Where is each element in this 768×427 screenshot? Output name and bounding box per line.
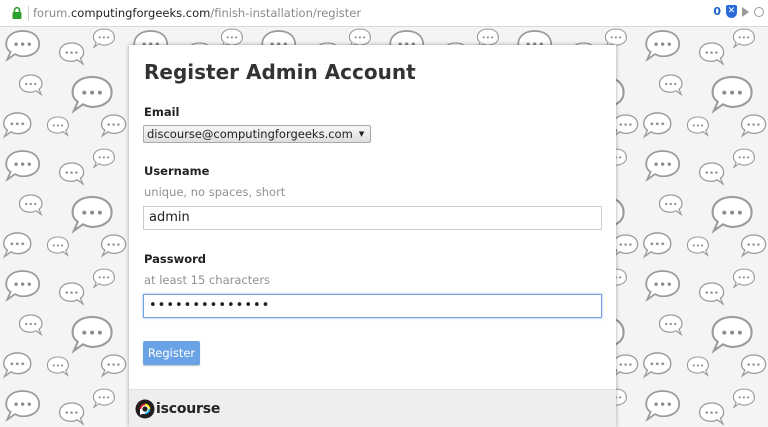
- email-select-value: discourse@computingforgeeks.com: [147, 127, 353, 141]
- play-icon[interactable]: [742, 6, 749, 17]
- email-select[interactable]: discourse@computingforgeeks.com ▼: [143, 125, 372, 143]
- discourse-logo[interactable]: iscourse: [135, 399, 220, 419]
- password-input[interactable]: ••••••••••••••: [143, 294, 602, 318]
- email-label: Email: [144, 105, 180, 119]
- password-hint: at least 15 characters: [144, 273, 271, 287]
- register-admin-card: Register Admin Account Email discourse@c…: [129, 45, 616, 427]
- url-host: computingforgeeks.com: [70, 6, 211, 20]
- address-separator: [28, 6, 29, 21]
- shield-extension-icon[interactable]: ✕: [726, 5, 737, 18]
- circle-icon[interactable]: [754, 6, 764, 17]
- url-path: /finish-installation/register: [210, 6, 362, 20]
- address-bar[interactable]: forum.computingforgeeks.com/finish-insta…: [0, 0, 768, 27]
- username-hint: unique, no spaces, short: [144, 185, 286, 199]
- register-button[interactable]: Register: [143, 341, 200, 365]
- url-text[interactable]: forum.computingforgeeks.com/finish-insta…: [33, 6, 361, 21]
- extension-count: 0: [713, 5, 721, 18]
- url-prefix: forum.: [33, 6, 71, 20]
- extension-area: 0 ✕: [713, 5, 764, 18]
- discourse-logo-icon: [135, 399, 155, 419]
- lock-icon: [12, 6, 22, 19]
- username-input[interactable]: admin: [143, 206, 602, 230]
- username-label: Username: [144, 164, 210, 178]
- discourse-logo-text: iscourse: [156, 401, 221, 417]
- page-title: Register Admin Account: [144, 60, 416, 84]
- dropdown-arrow-icon: ▼: [358, 130, 365, 138]
- card-footer: iscourse: [129, 389, 616, 427]
- password-label: Password: [144, 252, 206, 266]
